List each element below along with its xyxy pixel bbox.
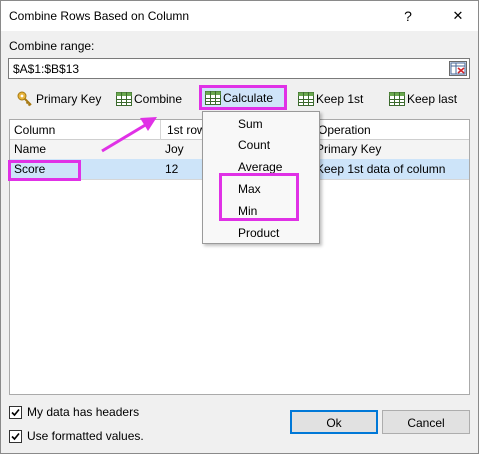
keep-last-button[interactable]: Keep last: [386, 87, 460, 111]
combine-button[interactable]: Combine: [113, 87, 185, 111]
table-icon: [116, 92, 132, 106]
keep-last-label: Keep last: [407, 92, 458, 106]
formatted-checkbox[interactable]: [9, 429, 22, 443]
formatted-checkbox-label: Use formatted values.: [27, 429, 144, 443]
headers-checkbox-label: My data has headers: [27, 405, 140, 419]
header-operation[interactable]: Operation: [312, 120, 469, 140]
checkmark-icon: [11, 408, 20, 416]
max-min-highlight-box: [219, 173, 299, 221]
keep-first-label: Keep 1st: [316, 92, 364, 106]
title-bar: Combine Rows Based on Column ? ✕: [1, 1, 478, 31]
primary-key-button[interactable]: Primary Key: [13, 87, 104, 111]
table-icon: [389, 92, 405, 106]
combine-range-field: [8, 58, 470, 79]
primary-key-label: Primary Key: [36, 92, 102, 106]
combine-range-input[interactable]: [11, 60, 441, 77]
calculate-label: Calculate: [223, 90, 274, 105]
row-operation: Keep 1st data of column: [316, 162, 446, 176]
combine-range-label: Combine range:: [9, 39, 95, 53]
combine-label: Combine: [134, 92, 183, 106]
calculate-button[interactable]: Calculate: [199, 85, 287, 110]
table-icon: [205, 90, 221, 105]
table-icon: [298, 92, 314, 106]
my-data-has-headers-option[interactable]: My data has headers: [9, 405, 139, 419]
menu-item-count[interactable]: Count: [238, 136, 270, 154]
ok-button[interactable]: Ok: [290, 410, 378, 434]
key-icon: [17, 91, 32, 107]
use-formatted-values-option[interactable]: Use formatted values.: [9, 429, 144, 443]
close-button[interactable]: ✕: [441, 4, 475, 28]
row-operation: Primary Key: [316, 142, 382, 156]
range-select-icon: [450, 62, 466, 75]
range-picker-button[interactable]: [449, 61, 467, 76]
menu-item-product[interactable]: Product: [238, 224, 279, 242]
help-button[interactable]: ?: [391, 4, 425, 28]
menu-item-sum[interactable]: Sum: [238, 115, 263, 133]
keep-first-button[interactable]: Keep 1st: [295, 87, 366, 111]
window-title: Combine Rows Based on Column: [9, 9, 190, 23]
headers-checkbox[interactable]: [9, 405, 22, 419]
checkmark-icon: [11, 432, 20, 440]
row-column-name: Name: [14, 142, 47, 156]
cancel-button[interactable]: Cancel: [382, 410, 470, 434]
combine-rows-dialog: Combine Rows Based on Column ? ✕ Combine…: [0, 0, 479, 454]
header-column[interactable]: Column: [10, 120, 160, 140]
score-highlight-box: [8, 160, 81, 181]
